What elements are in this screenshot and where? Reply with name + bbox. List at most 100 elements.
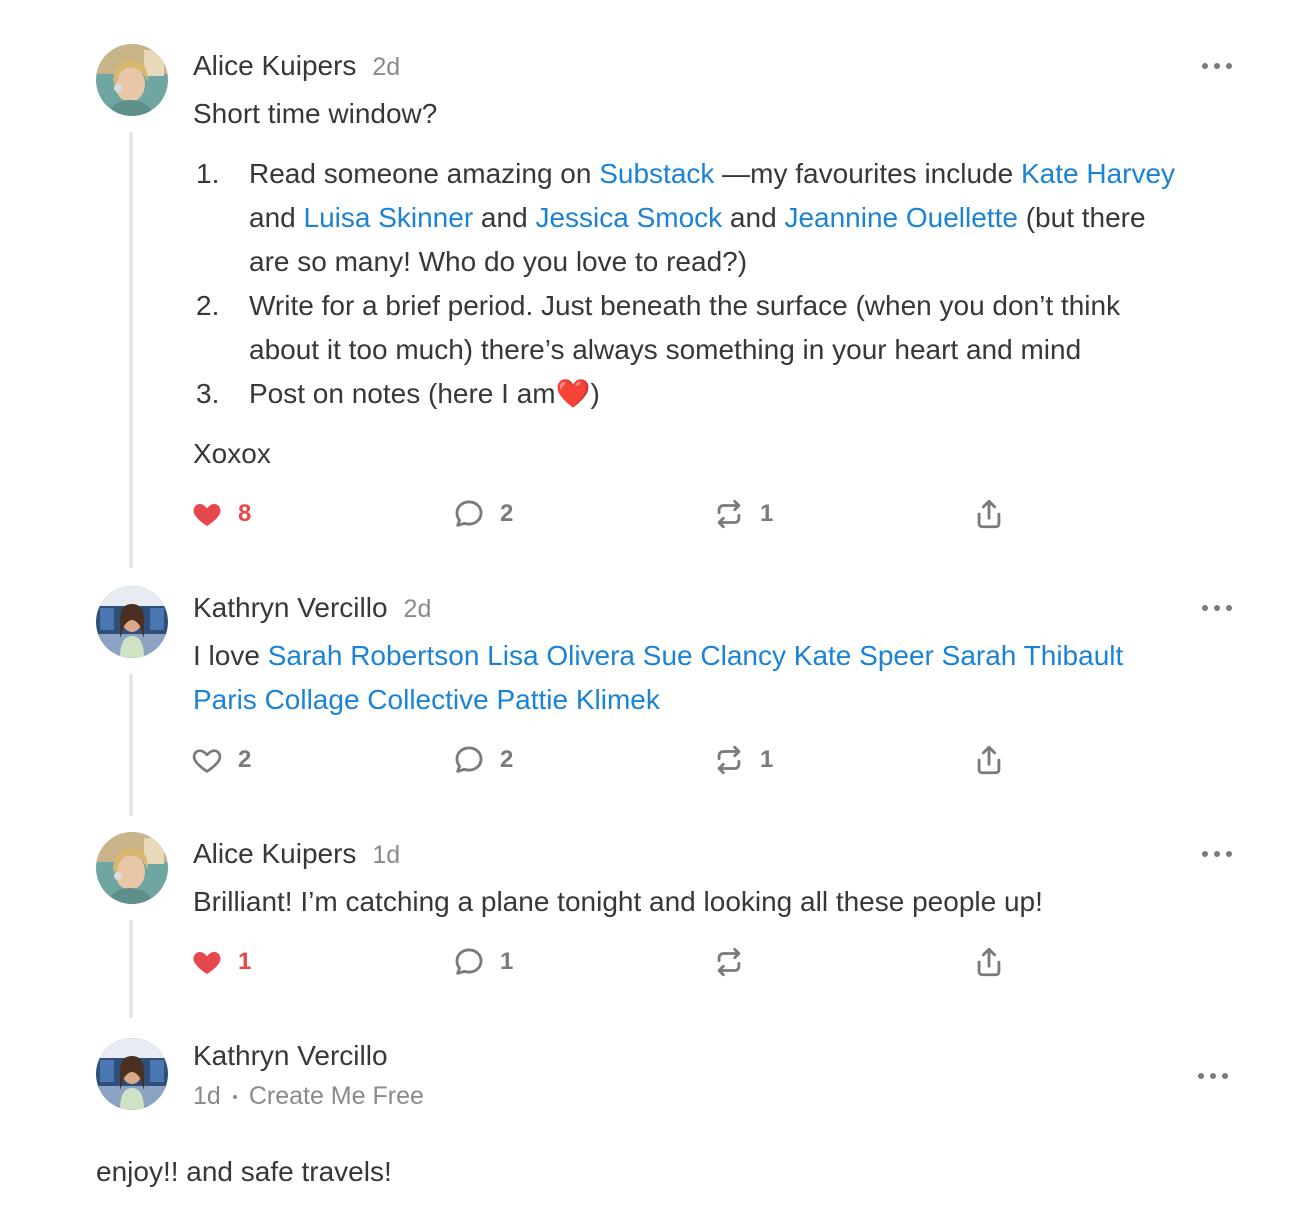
text-span: —my favourites include [714,158,1021,189]
avatar[interactable] [96,832,168,904]
reply-count: 2 [500,500,514,527]
like-count: 8 [238,500,252,527]
timestamp[interactable]: 2d [372,53,400,82]
more-icon[interactable] [1202,602,1232,614]
text-span: and [473,202,536,233]
text-line: about it too much) there’s always someth… [249,328,1120,372]
comment-text: I love Sarah Robertson Lisa Olivera Sue … [193,634,1123,722]
timestamp[interactable]: 2d [404,595,432,624]
reply-count: 2 [500,746,514,773]
text-span [479,640,487,671]
profile-link[interactable]: Jeannine Ouellette [784,202,1018,233]
list-item-text: Post on notes (here I am❤️) [249,372,600,416]
list-item-text: Write for a brief period. Just beneath t… [249,284,1120,372]
restack-count: 1 [760,500,774,527]
thread-line [129,674,133,816]
comment-icon [455,500,483,527]
text-line: and Luisa Skinner and Jessica Smock and … [249,196,1175,240]
list-number: 1. [196,158,220,189]
profile-link[interactable]: Jessica Smock [535,202,722,233]
text-span: are so many! Who do you love to read?) [249,246,748,277]
text-line: Post on notes (here I am❤️) [249,372,600,416]
text-span: Write for a brief period. Just beneath t… [249,290,1121,321]
comment-icon [455,948,483,975]
share-button[interactable] [972,494,1006,534]
heart-icon [192,749,222,773]
like-count: 1 [238,948,252,975]
comment-actions: 1 1 [190,942,1030,982]
restack-button[interactable]: 1 [712,740,773,780]
profile-link[interactable]: Kate Harvey [1021,158,1175,189]
comment-text: enjoy!! and safe travels! [96,1156,392,1187]
more-icon[interactable] [1198,1070,1228,1082]
restack-count: 1 [760,746,774,773]
reply-button[interactable]: 2 [452,740,513,780]
text-line: I love Sarah Robertson Lisa Olivera Sue … [193,634,1123,678]
profile-link[interactable]: Paris Collage Collective [193,684,489,715]
comment-actions: 8 2 1 [190,494,1030,534]
avatar[interactable] [96,1038,168,1110]
author-name[interactable]: Alice Kuipers [193,50,356,82]
reply-button[interactable]: 2 [452,494,513,534]
profile-link[interactable]: Pattie Klimek [496,684,659,715]
thread-line [129,132,133,568]
restack-icon [717,499,741,529]
text-span: Post on notes (here I am❤️) [249,378,600,409]
text-span: about it too much) there’s always someth… [249,334,1082,365]
profile-link[interactable]: Sarah Robertson [268,640,480,671]
avatar[interactable] [96,44,168,116]
comment-text: Short time window? [193,98,438,129]
text-line: Write for a brief period. Just beneath t… [249,284,1120,328]
like-button[interactable]: 8 [190,494,251,534]
text-span: Read someone amazing on [249,158,600,189]
list-number: 3. [196,378,220,409]
text-line: Paris Collage Collective Pattie Klimek [193,678,1123,722]
share-button[interactable] [972,740,1006,780]
reply-button[interactable]: 1 [452,942,513,982]
thread-line [129,920,133,1018]
profile-link[interactable]: Luisa Skinner [304,202,474,233]
list-number: 2. [196,290,220,321]
comment-text: Xoxox [193,438,271,469]
avatar[interactable] [96,586,168,658]
comment-actions: 2 2 1 [190,740,1030,780]
timestamp[interactable]: 1d [193,1082,221,1111]
text-span: (but there [1017,202,1146,233]
more-icon[interactable] [1202,60,1232,72]
text-span: I love [193,640,268,671]
author-name[interactable]: Kathryn Vercillo [193,592,388,624]
author-name[interactable]: Kathryn Vercillo [193,1040,388,1072]
publication-name[interactable]: Create Me Free [249,1082,424,1111]
more-icon[interactable] [1202,848,1232,860]
profile-link[interactable]: Sarah Thibault [942,640,1124,671]
restack-icon [717,745,741,775]
share-button[interactable] [972,942,1006,982]
profile-link[interactable]: Lisa Olivera [487,640,635,671]
reply-count: 1 [500,948,514,975]
heart-icon [193,504,221,526]
text-span [635,640,643,671]
text-line: Read someone amazing on Substack —my fav… [249,152,1175,196]
restack-button[interactable]: 1 [712,494,773,534]
profile-link[interactable]: Substack [599,158,714,189]
text-span [934,640,942,671]
heart-icon [193,952,221,974]
timestamp[interactable]: 1d [372,841,400,870]
profile-link[interactable]: Kate Speer [794,640,934,671]
restack-button[interactable] [712,942,746,982]
comment-icon [455,746,483,773]
author-name[interactable]: Alice Kuipers [193,838,356,870]
comment-text: Brilliant! I’m catching a plane tonight … [193,886,1043,917]
like-button[interactable]: 1 [190,942,251,982]
text-span: and [722,202,785,233]
separator-dot [232,1094,237,1099]
like-button[interactable]: 2 [190,740,251,780]
share-icon [977,745,1001,775]
profile-link[interactable]: Sue Clancy [643,640,786,671]
text-span [786,640,794,671]
share-icon [977,947,1001,977]
restack-icon [717,947,741,977]
like-count: 2 [238,746,252,773]
share-icon [977,499,1001,529]
text-line: are so many! Who do you love to read?) [249,240,1175,284]
